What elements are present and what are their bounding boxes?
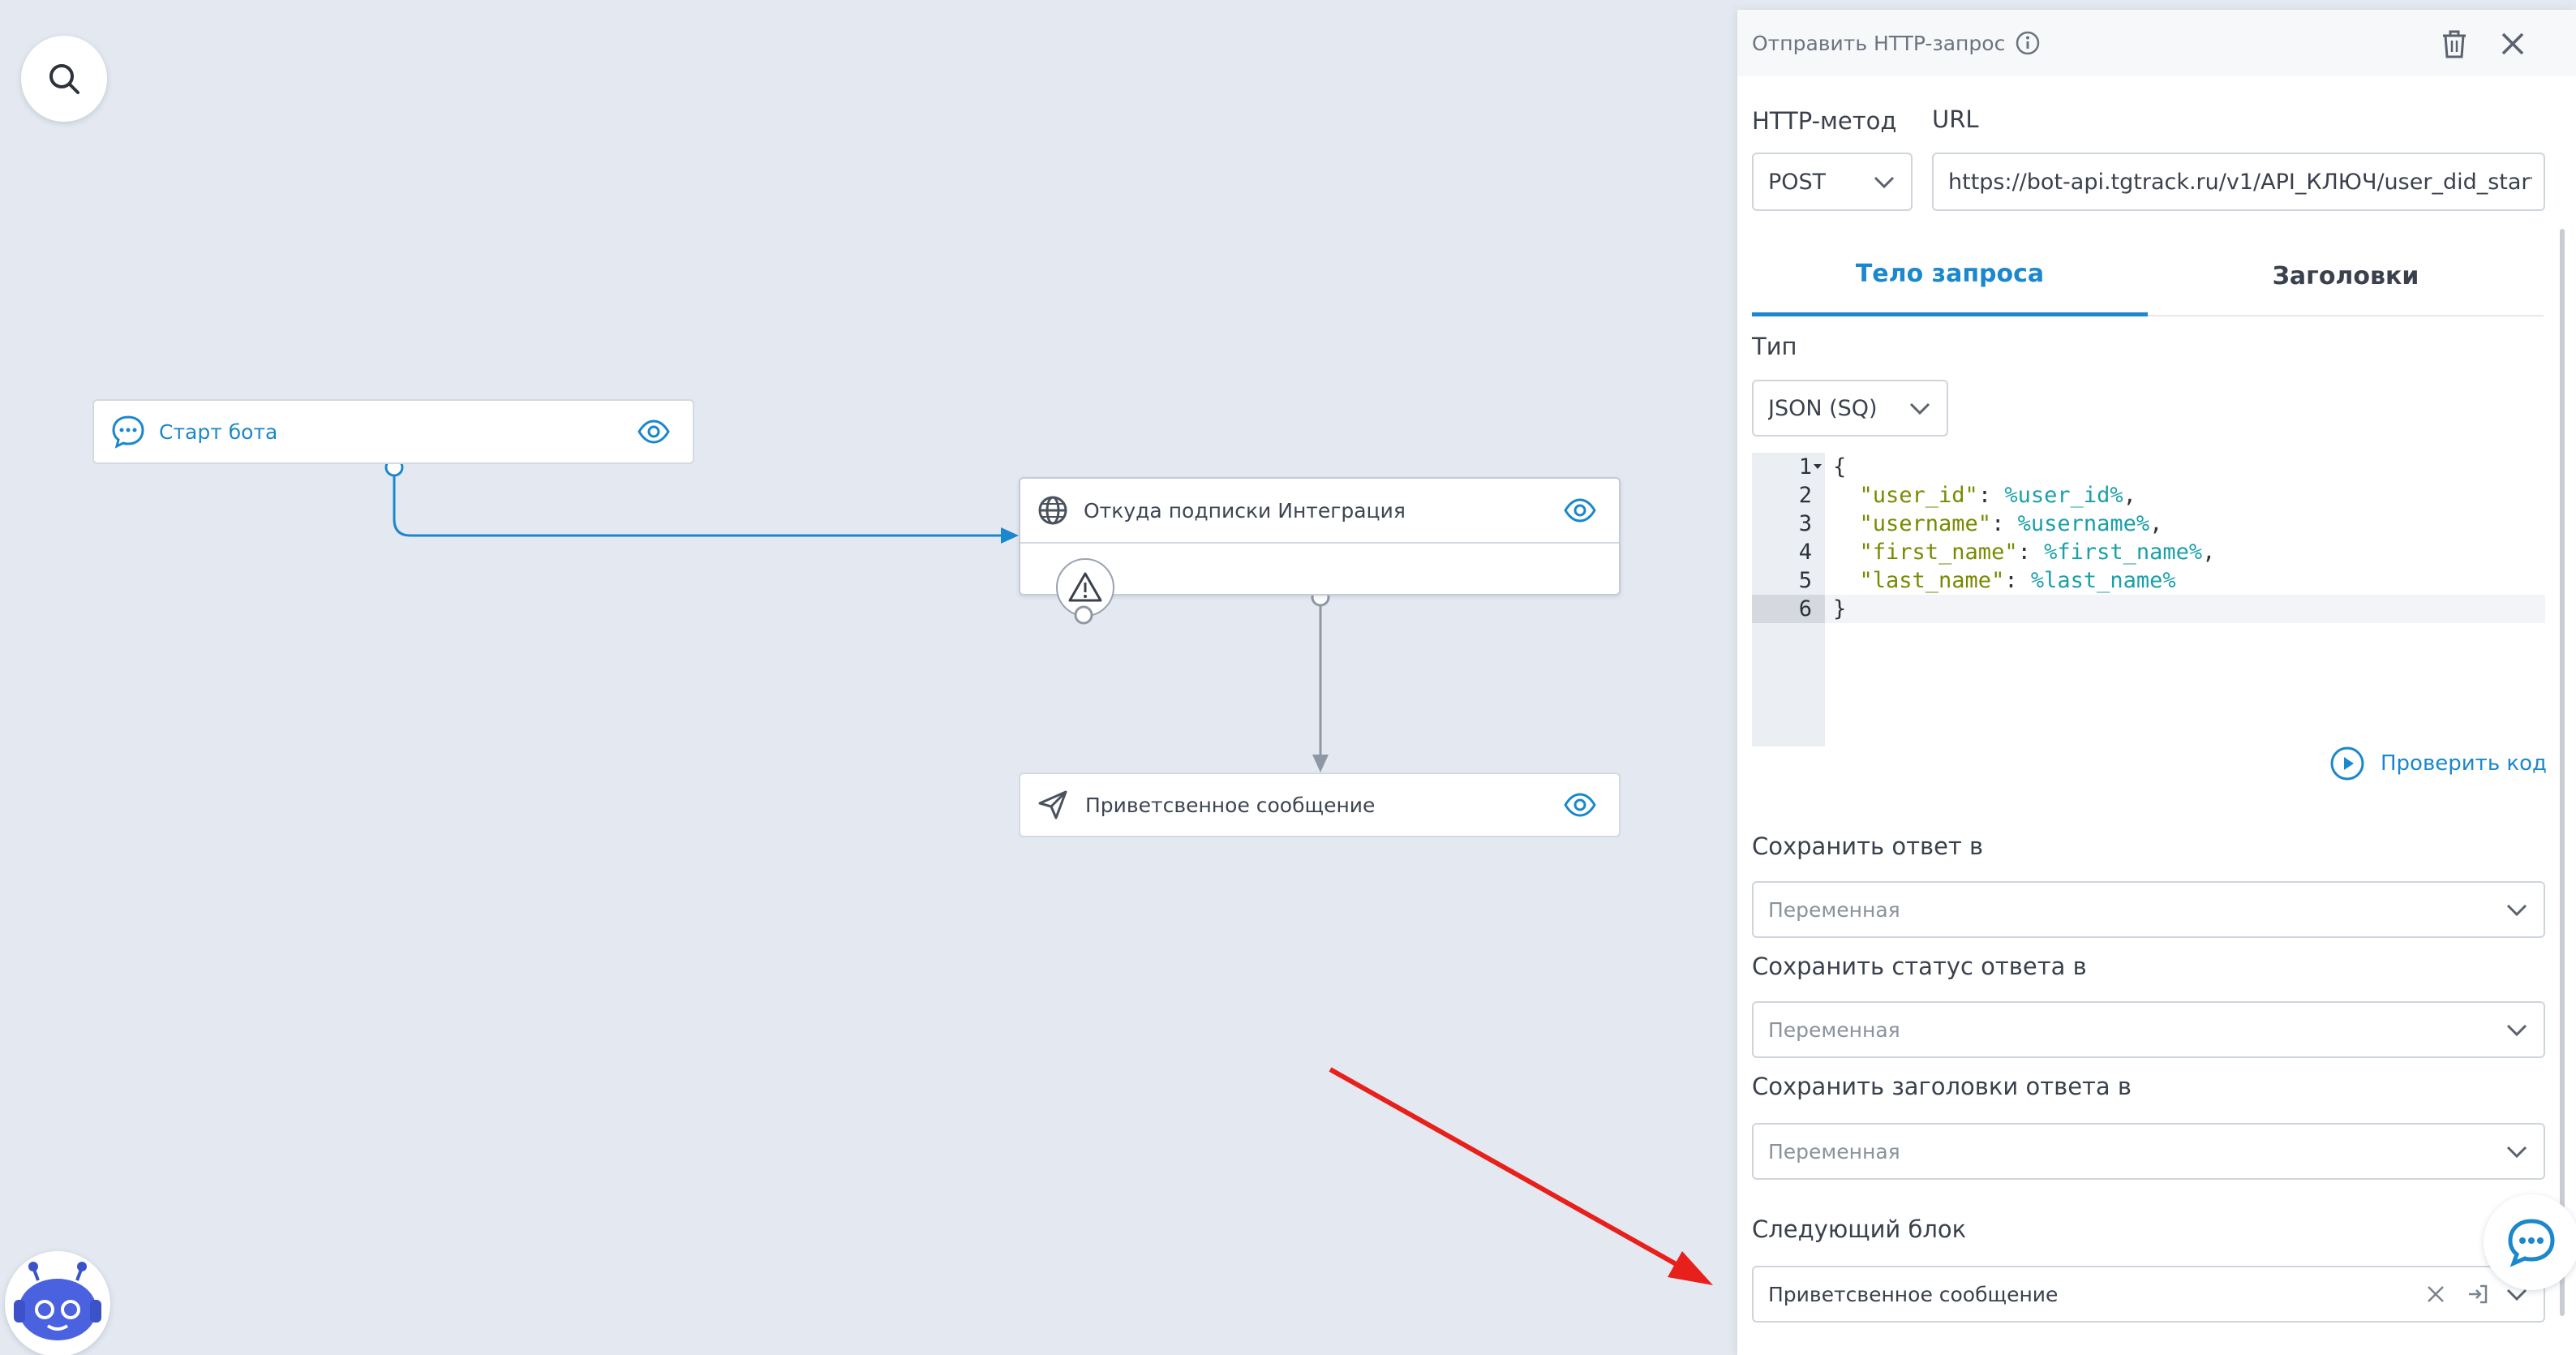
url-value: https://bot-api.tgtrack.ru/v1/API_КЛЮЧ/u… (1948, 169, 2532, 195)
close-icon[interactable] (2497, 28, 2529, 60)
request-tabs: Тело запроса Заголовки (1752, 235, 2544, 316)
chevron-down-icon (1909, 402, 1930, 415)
line-number: 4 (1798, 540, 1812, 565)
check-code-label: Проверить код (2380, 751, 2547, 776)
save-status-select[interactable]: Переменная (1752, 1001, 2545, 1058)
eye-icon[interactable] (1564, 792, 1596, 818)
bot-assistant-button[interactable] (5, 1251, 110, 1355)
http-method-value: POST (1768, 169, 1827, 195)
support-chat-button[interactable] (2484, 1194, 2576, 1290)
http-method-label: HTTP-метод (1752, 107, 1897, 135)
save-headers-select[interactable]: Переменная (1752, 1123, 2545, 1180)
node-welcome-message[interactable]: Приветсвенное сообщение (1019, 772, 1621, 837)
search-icon (49, 64, 79, 94)
http-request-panel: Отправить HTTP-запрос HTTP-метод URL POS… (1737, 10, 2576, 1355)
code-line: { (1833, 454, 1847, 480)
panel-header: Отправить HTTP-запрос (1737, 10, 2576, 76)
code-editor[interactable]: 1 2 3 4 5 6 { "user_id": %user_id%, "use… (1752, 453, 2545, 746)
save-status-label: Сохранить статус ответа в (1752, 953, 2087, 980)
arrowhead-integration (1001, 527, 1019, 544)
node-http-integration[interactable]: Откуда подписки Интеграция (1019, 477, 1621, 617)
chevron-down-icon (1874, 176, 1895, 189)
trash-icon[interactable] (2438, 28, 2471, 60)
next-block-label: Следующий блок (1752, 1215, 1967, 1243)
node-label: Старт бота (159, 419, 278, 444)
chat-icon (112, 415, 144, 449)
save-status-placeholder: Переменная (1768, 1017, 1900, 1042)
chat-bubble-icon (2508, 1219, 2555, 1267)
arrowhead-message (1312, 755, 1329, 772)
panel-title: Отправить HTTP-запрос (1752, 31, 2006, 55)
code-line: "first_name": %first_name%, (1833, 540, 2216, 565)
code-line: "username": %username%, (1833, 511, 2163, 536)
info-icon[interactable] (2015, 30, 2041, 56)
connection-start-to-integration (393, 467, 1009, 537)
type-label: Тип (1752, 333, 1797, 360)
line-number: 5 (1798, 568, 1812, 593)
warning-triangle-icon (1068, 572, 1102, 602)
clear-icon[interactable] (2424, 1282, 2448, 1306)
chevron-down-icon (2506, 1024, 2527, 1037)
search-button[interactable] (21, 36, 107, 122)
globe-icon (1038, 496, 1067, 525)
node-label: Приветсвенное сообщение (1085, 793, 1376, 817)
url-input[interactable]: https://bot-api.tgtrack.ru/v1/API_КЛЮЧ/u… (1932, 153, 2545, 211)
node-start-bot[interactable]: Старт бота (92, 399, 694, 464)
go-to-block-icon[interactable] (2466, 1282, 2490, 1306)
chevron-down-icon (2506, 1146, 2527, 1159)
line-number: 2 (1798, 483, 1812, 508)
save-response-placeholder: Переменная (1768, 897, 1900, 922)
code-line: "last_name": %last_name% (1833, 568, 2176, 593)
chevron-down-icon (2506, 904, 2527, 917)
send-icon (1038, 790, 1067, 819)
line-number: 1 (1798, 454, 1812, 480)
active-line-highlight (1825, 595, 2545, 623)
play-circle-icon (2330, 746, 2364, 781)
panel-scrollbar[interactable] (2560, 229, 2565, 1316)
node-header[interactable]: Откуда подписки Интеграция (1020, 479, 1619, 544)
url-label: URL (1932, 105, 1979, 133)
next-block-select[interactable]: Приветсвенное сообщение (1752, 1266, 2545, 1323)
eye-icon[interactable] (638, 419, 670, 445)
error-output-port[interactable] (1072, 604, 1095, 626)
bot-avatar-icon (14, 1262, 101, 1340)
check-code-button[interactable]: Проверить код (2329, 745, 2547, 782)
save-response-select[interactable]: Переменная (1752, 881, 2545, 938)
node-label: Откуда подписки Интеграция (1084, 498, 1406, 523)
code-line: } (1833, 596, 1847, 622)
save-response-label: Сохранить ответ в (1752, 832, 1984, 860)
tab-headers[interactable]: Заголовки (2148, 235, 2544, 316)
fold-arrow-icon[interactable] (1812, 462, 1823, 471)
body-type-select[interactable]: JSON (SQ) (1752, 380, 1948, 437)
line-number-active: 6 (1752, 595, 1825, 623)
line-number: 3 (1798, 511, 1812, 536)
http-method-select[interactable]: POST (1752, 153, 1913, 211)
save-headers-label: Сохранить заголовки ответа в (1752, 1073, 2132, 1100)
code-line: "user_id": %user_id%, (1833, 483, 2136, 508)
next-block-value: Приветсвенное сообщение (1768, 1282, 2059, 1306)
body-type-value: JSON (SQ) (1768, 395, 1878, 421)
tab-request-body[interactable]: Тело запроса (1752, 235, 2148, 316)
eye-icon[interactable] (1564, 497, 1596, 523)
save-headers-placeholder: Переменная (1768, 1139, 1900, 1164)
